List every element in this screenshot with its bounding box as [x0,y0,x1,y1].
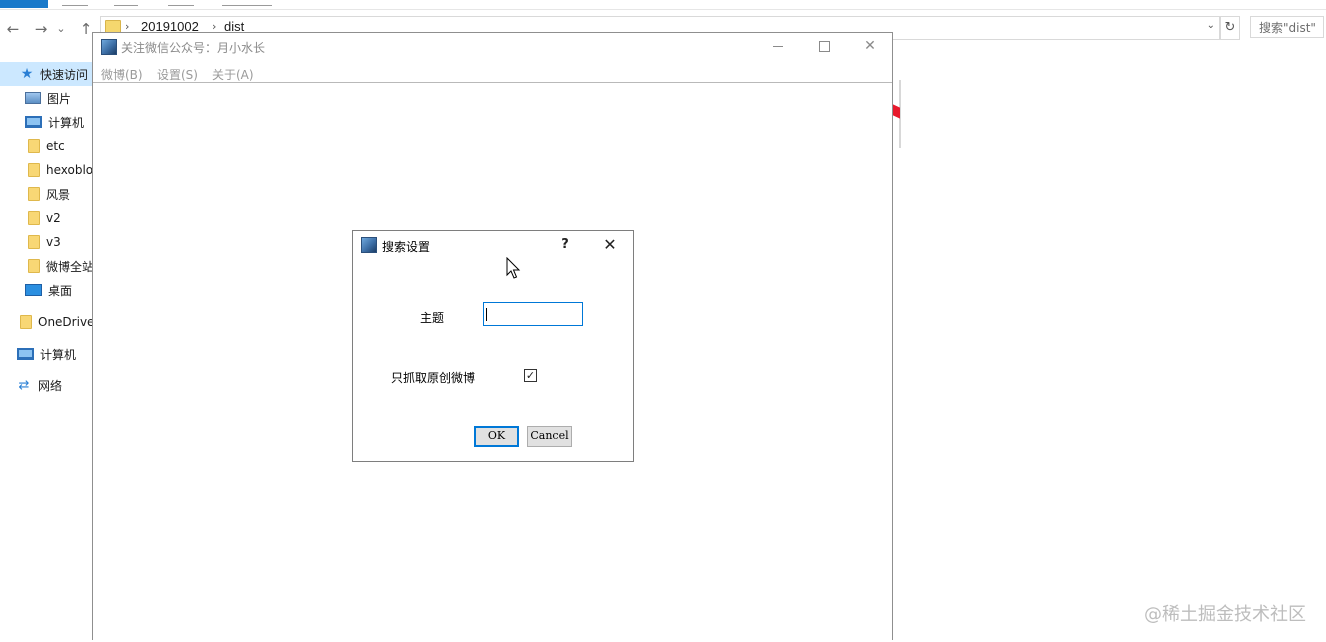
menu-weibo[interactable]: 微博(B) [101,66,143,83]
back-button[interactable]: ← [2,18,24,40]
ribbon-tab-home[interactable] [62,0,88,6]
nav-item-label: 图片 [47,91,72,106]
folder-icon [28,259,40,273]
nav-item-label: 桌面 [48,283,73,298]
chevron-down-icon: ⌄ [56,22,66,35]
close-button[interactable]: ✕ [847,33,893,61]
app-icon [101,39,117,55]
folder-icon [20,315,32,329]
original-only-checkbox[interactable]: ✓ [524,369,537,382]
maximize-icon [818,40,830,52]
computer-icon [25,116,42,128]
ok-button-label: OK [487,429,506,442]
close-icon: ✕ [864,38,876,54]
nav-item-label: v3 [46,235,61,249]
nav-item-label: v2 [46,211,61,225]
nav-item-label: 计算机 [40,347,77,362]
original-only-label: 只抓取原创微博 [391,371,476,385]
folder-icon [28,187,40,201]
refresh-button[interactable]: ↻ [1220,16,1240,40]
red-accent-mark [893,104,900,119]
desktop-icon [25,284,42,296]
star-icon: ★ [20,66,34,82]
forward-arrow-icon: → [34,20,48,38]
refresh-icon: ↻ [1224,20,1236,35]
ribbon-tab-tools[interactable] [222,0,272,6]
chevron-down-icon[interactable]: ⌄ [1207,20,1215,31]
nav-item-label: hexoblo [46,163,94,177]
mouse-cursor-icon [506,257,521,279]
search-input[interactable]: 搜索"dist" [1250,16,1324,38]
folder-icon [28,163,40,177]
folder-icon [28,139,40,153]
navigation-pane: ★ 快速访问 图片 计算机 etc hexoblo 风景 v2 v3 微博全站 … [0,60,113,642]
up-arrow-icon: ↑ [79,20,93,38]
topic-input[interactable] [483,302,583,326]
menu-settings[interactable]: 设置(S) [157,66,198,83]
ok-button[interactable]: OK [474,426,519,447]
ribbon-tab-share[interactable] [114,0,138,6]
cancel-button[interactable]: Cancel [527,426,572,447]
forward-button[interactable]: → [30,18,52,40]
search-settings-dialog: 搜索设置 ? ✕ 主题 只抓取原创微博 ✓ OK Cancel [352,230,634,462]
back-arrow-icon: ← [6,20,20,38]
cancel-button-label: Cancel [530,429,569,442]
app-title: 关注微信公众号：月小水长 [121,41,266,55]
topic-label: 主题 [420,311,445,325]
minimize-icon [773,45,783,47]
close-icon: ✕ [603,235,617,254]
computer-icon [17,348,34,360]
dialog-title: 搜索设置 [382,240,431,254]
pictures-icon [25,92,41,104]
app-titlebar[interactable]: 关注微信公众号：月小水长 ✕ [93,33,892,61]
ribbon-strip [0,0,1326,10]
text-caret [486,308,487,321]
menu-bar: 微博(B) 设置(S) 关于(A) [93,63,892,83]
nav-item-label: 风景 [46,187,71,202]
maximize-button[interactable] [801,33,847,61]
dialog-close-button[interactable]: ✕ [597,234,623,256]
file-tab[interactable] [0,0,48,8]
nav-item-label: 快速访问 [40,67,89,82]
help-icon: ? [561,237,569,252]
nav-item-label: etc [46,139,65,153]
minimize-button[interactable] [755,33,801,61]
nav-item-label: 计算机 [48,115,85,130]
folder-icon [28,211,40,225]
check-mark-icon: ✓ [525,369,536,382]
folder-icon [28,235,40,249]
app-icon [361,237,377,253]
ribbon-tab-view[interactable] [168,0,194,6]
nav-item-label: OneDrive [38,315,95,329]
watermark: @稀土掘金技术社区 [1144,604,1306,625]
recent-locations-button[interactable]: ⌄ [54,18,68,40]
search-placeholder: 搜索"dist" [1259,21,1316,35]
help-button[interactable]: ? [553,234,577,256]
network-icon: ⇄ [18,377,30,393]
menu-about[interactable]: 关于(A) [212,66,254,83]
nav-item-label: 网络 [38,378,63,393]
nav-item-label: 微博全站 [46,259,95,274]
